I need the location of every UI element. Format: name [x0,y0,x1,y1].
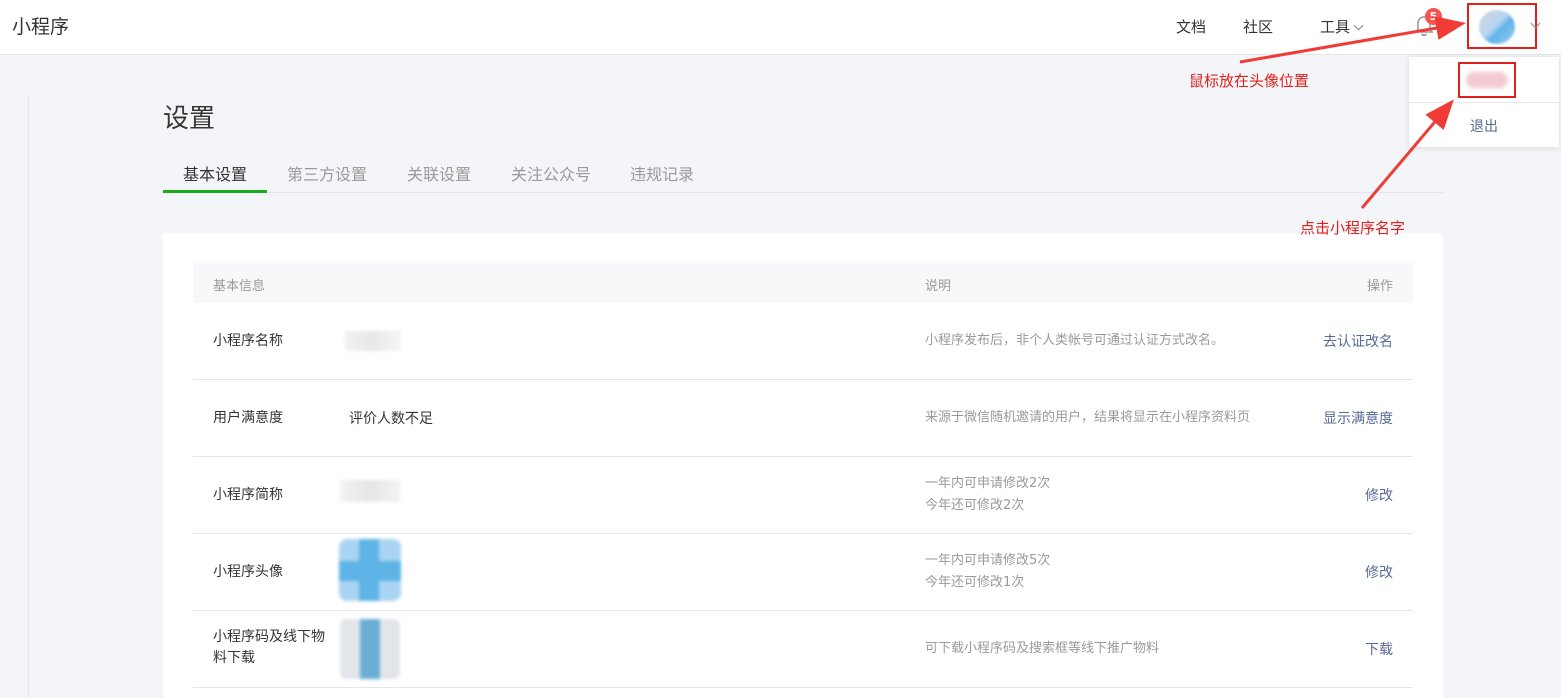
active-tab-underline [163,190,267,193]
row-label-satisfaction: 用户满意度 [213,410,283,426]
top-bar: 小程序 文档 社区 工具 5 [0,0,1561,55]
avatar-desc-line-2: 今年还可修改1次 [925,575,1025,590]
tab-third-party-settings[interactable]: 第三方设置 [287,161,367,185]
short-name-desc-line-1: 一年内可申请修改2次 [925,476,1051,491]
dropdown-divider [1409,102,1559,103]
row-value-satisfaction: 评价人数不足 [349,411,433,427]
app-title[interactable]: 小程序 [12,12,69,39]
avatar-desc-line-1: 一年内可申请修改5次 [925,553,1051,568]
miniprogram-name-blurred[interactable] [1466,72,1508,88]
avatar[interactable] [1479,10,1515,44]
download-materials-link[interactable]: 下载 [1365,639,1393,659]
notification-badge: 5 [1425,8,1442,25]
table-header: 基本信息 说明 操作 [193,263,1413,303]
row-label-avatar: 小程序头像 [213,564,283,580]
nav-docs-link[interactable]: 文档 [1176,16,1206,37]
short-name-desc-line-2: 今年还可修改2次 [925,498,1025,513]
row-label-name: 小程序名称 [213,333,283,349]
account-dropdown: 退出 [1409,57,1559,147]
row-desc-avatar: 一年内可申请修改5次 今年还可修改1次 [925,550,1050,594]
header-basic-info: 基本信息 [213,279,266,294]
avatar-chevron-down-icon[interactable] [1530,18,1541,29]
table-row: 小程序头像 一年内可申请修改5次 今年还可修改1次 修改 [193,534,1413,611]
nav-community-link[interactable]: 社区 [1243,16,1273,37]
annotation-hover-avatar: 鼠标放在头像位置 [1189,72,1310,90]
table-row: 用户满意度 评价人数不足 来源于微信随机邀请的用户，结果将显示在小程序资料页 显… [193,380,1413,457]
tab-follow-official-account[interactable]: 关注公众号 [511,161,591,185]
annotation-click-name: 点击小程序名字 [1300,219,1406,237]
rename-by-verification-link[interactable]: 去认证改名 [1323,331,1393,351]
tab-violation-records[interactable]: 违规记录 [630,161,694,185]
row-desc-code-download: 可下载小程序码及搜索框等线下推广物料 [925,641,1160,656]
show-satisfaction-link[interactable]: 显示满意度 [1323,408,1393,428]
nav-tools-label: 工具 [1320,18,1351,36]
short-name-value-blurred [340,480,400,502]
tab-linked-settings[interactable]: 关联设置 [407,161,471,185]
table-row: 小程序名称 小程序发布后，非个人类帐号可通过认证方式改名。 去认证改名 [193,303,1413,380]
settings-tabs: 基本设置 第三方设置 关联设置 关注公众号 违规记录 [163,150,1443,193]
row-desc-name: 小程序发布后，非个人类帐号可通过认证方式改名。 [925,333,1225,348]
header-operation: 操作 [1366,279,1393,294]
tab-basic-settings[interactable]: 基本设置 [183,161,247,185]
avatar-highlight-box [1467,3,1541,49]
table-row: 小程序简称 一年内可申请修改2次 今年还可修改2次 修改 [193,457,1413,534]
modify-avatar-link[interactable]: 修改 [1365,562,1393,582]
modify-short-name-link[interactable]: 修改 [1365,485,1393,505]
row-desc-short-name: 一年内可申请修改2次 今年还可修改2次 [925,473,1050,517]
table-row: 小程序码及线下物料下载 可下载小程序码及搜索框等线下推广物料 下载 [193,611,1413,688]
miniprogram-name-value-blurred [345,331,401,351]
logout-button[interactable]: 退出 [1409,116,1559,136]
nav-tools-menu[interactable]: 工具 [1320,16,1364,37]
page-title: 设置 [163,104,216,134]
miniprogram-code-blurred [340,619,400,679]
row-desc-satisfaction: 来源于微信随机邀请的用户，结果将显示在小程序资料页 [925,410,1251,425]
miniprogram-avatar-blurred [339,539,401,601]
left-rail-divider [28,95,29,698]
chevron-down-icon [1353,20,1364,31]
row-label-code-download: 小程序码及线下物料下载 [213,629,325,666]
row-label-short-name: 小程序简称 [213,487,283,503]
header-description: 说明 [925,279,952,294]
basic-info-card: 基本信息 说明 操作 小程序名称 小程序发布后，非个人类帐号可通过认证方式改名。… [163,233,1443,698]
dropdown-name-highlight-box[interactable] [1458,62,1516,98]
